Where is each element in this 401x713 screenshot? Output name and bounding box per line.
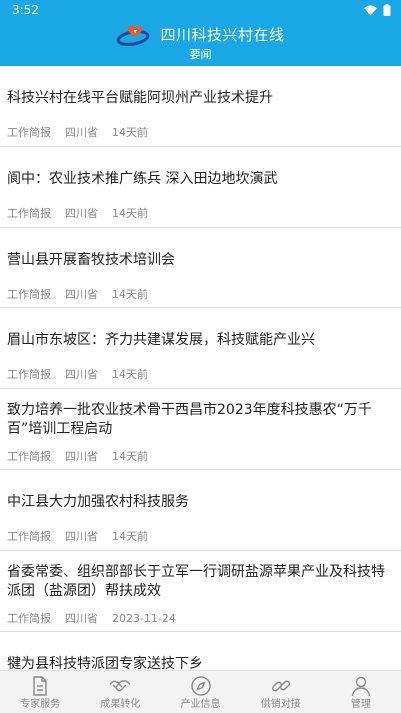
user-icon [351, 676, 371, 697]
news-title: 犍为县科技特派团专家送技下乡 [7, 655, 203, 670]
news-category: 工作简报 [7, 368, 51, 382]
news-title: 阆中：农业技术推广练兵 深入田边地坎演武 [7, 170, 278, 187]
news-title: 营山县开展畜牧技术培训会 [7, 251, 175, 268]
nav-achievement[interactable]: 成果转化 [80, 671, 160, 713]
nav-label: 产业信息 [180, 699, 221, 710]
compass-icon [190, 676, 211, 696]
news-region: 四川省 [65, 529, 98, 543]
page-subtitle: 要闻 [189, 48, 212, 61]
news-region: 四川省 [65, 206, 98, 220]
news-item[interactable]: 营山县开展畜牧技术培训会 工作简报 四川省 14天前 [0, 228, 401, 309]
status-bar: 3:52 [0, 0, 401, 20]
news-date: 14天前 [112, 287, 148, 301]
news-category: 工作简报 [7, 611, 51, 625]
news-date: 14天前 [112, 126, 148, 139]
news-date: 14天前 [112, 450, 148, 464]
news-meta: 工作简报 四川省 14天前 [7, 207, 393, 220]
news-title: 省委常委、组织部部长于立军一行调研盐源苹果产业及科技特派团（盐源团）帮扶成效 [7, 563, 385, 599]
news-region: 四川省 [65, 368, 98, 382]
nav-label: 成果转化 [100, 699, 141, 710]
nav-label: 专家服务 [20, 699, 61, 710]
news-meta: 工作简报 四川省 2023-11-24 [7, 612, 393, 625]
brand: 四川科技兴村在线 [0, 24, 401, 46]
nav-expert-service[interactable]: 专家服务 [0, 671, 80, 713]
news-meta: 工作简报 四川省 14天前 [7, 450, 393, 463]
news-region: 四川省 [65, 287, 98, 301]
nav-supply-match[interactable]: 供销对接 [241, 671, 321, 713]
news-title: 眉山市东坡区：齐力共建谋发展，科技赋能产业兴 [7, 332, 315, 349]
news-date: 14天前 [112, 529, 148, 543]
news-category: 工作简报 [7, 126, 51, 139]
app-logo-icon [117, 25, 150, 46]
news-item[interactable]: 科技兴村在线平台赋能阿坝州产业技术提升 工作简报 四川省 14天前 [0, 66, 401, 147]
news-region: 四川省 [65, 126, 98, 139]
news-category: 工作简报 [7, 450, 51, 464]
news-meta: 工作简报 四川省 14天前 [7, 288, 393, 301]
news-item[interactable]: 眉山市东坡区：齐力共建谋发展，科技赋能产业兴 工作简报 四川省 14天前 [0, 308, 401, 390]
news-title: 科技兴村在线平台赋能阿坝州产业技术提升 [7, 90, 273, 106]
news-meta: 工作简报 四川省 14天前 [7, 126, 393, 139]
handshake-icon [109, 680, 131, 692]
news-title: 致力培养一批农业技术骨干西昌市2023年度科技惠农“万千百”培训工程启动 [7, 402, 372, 438]
nav-manage[interactable]: 管理 [321, 671, 401, 713]
news-date: 14天前 [112, 368, 148, 382]
news-category: 工作简报 [7, 529, 51, 543]
document-icon [33, 676, 47, 696]
link-icon [271, 680, 290, 692]
nav-label: 供销对接 [260, 699, 301, 710]
news-item[interactable]: 阆中：农业技术推广练兵 深入田边地坎演武 工作简报 四川省 14天前 [0, 147, 401, 228]
news-item[interactable]: 犍为县科技特派团专家送技下乡 [0, 632, 401, 670]
status-time: 3:52 [12, 3, 39, 17]
news-title: 中江县大力加强农村科技服务 [7, 493, 189, 510]
app-title: 四川科技兴村在线 [160, 26, 285, 44]
battery-icon [383, 4, 391, 16]
wifi-icon [364, 5, 377, 15]
news-item[interactable]: 中江县大力加强农村科技服务 工作简报 四川省 14天前 [0, 470, 401, 551]
nav-industry-info[interactable]: 产业信息 [160, 671, 240, 713]
status-icons [364, 4, 391, 16]
bottom-nav: 专家服务 成果转化 产业信息 供销对接 管理 [0, 670, 401, 713]
news-item[interactable]: 致力培养一批农业技术骨干西昌市2023年度科技惠农“万千百”培训工程启动 工作简… [0, 389, 401, 470]
news-meta: 工作简报 四川省 14天前 [7, 530, 393, 543]
news-region: 四川省 [65, 450, 98, 464]
news-region: 四川省 [65, 611, 98, 625]
app-header: 四川科技兴村在线 要闻 [0, 20, 401, 66]
news-meta: 工作简报 四川省 14天前 [7, 368, 393, 381]
news-category: 工作简报 [7, 206, 51, 220]
news-item[interactable]: 省委常委、组织部部长于立军一行调研盐源苹果产业及科技特派团（盐源团）帮扶成效 工… [0, 551, 401, 632]
news-date: 14天前 [112, 206, 148, 220]
nav-label: 管理 [350, 699, 371, 710]
news-list: 科技兴村在线平台赋能阿坝州产业技术提升 工作简报 四川省 14天前 阆中：农业技… [0, 66, 401, 670]
news-category: 工作简报 [7, 287, 51, 301]
news-date: 2023-11-24 [112, 611, 176, 625]
